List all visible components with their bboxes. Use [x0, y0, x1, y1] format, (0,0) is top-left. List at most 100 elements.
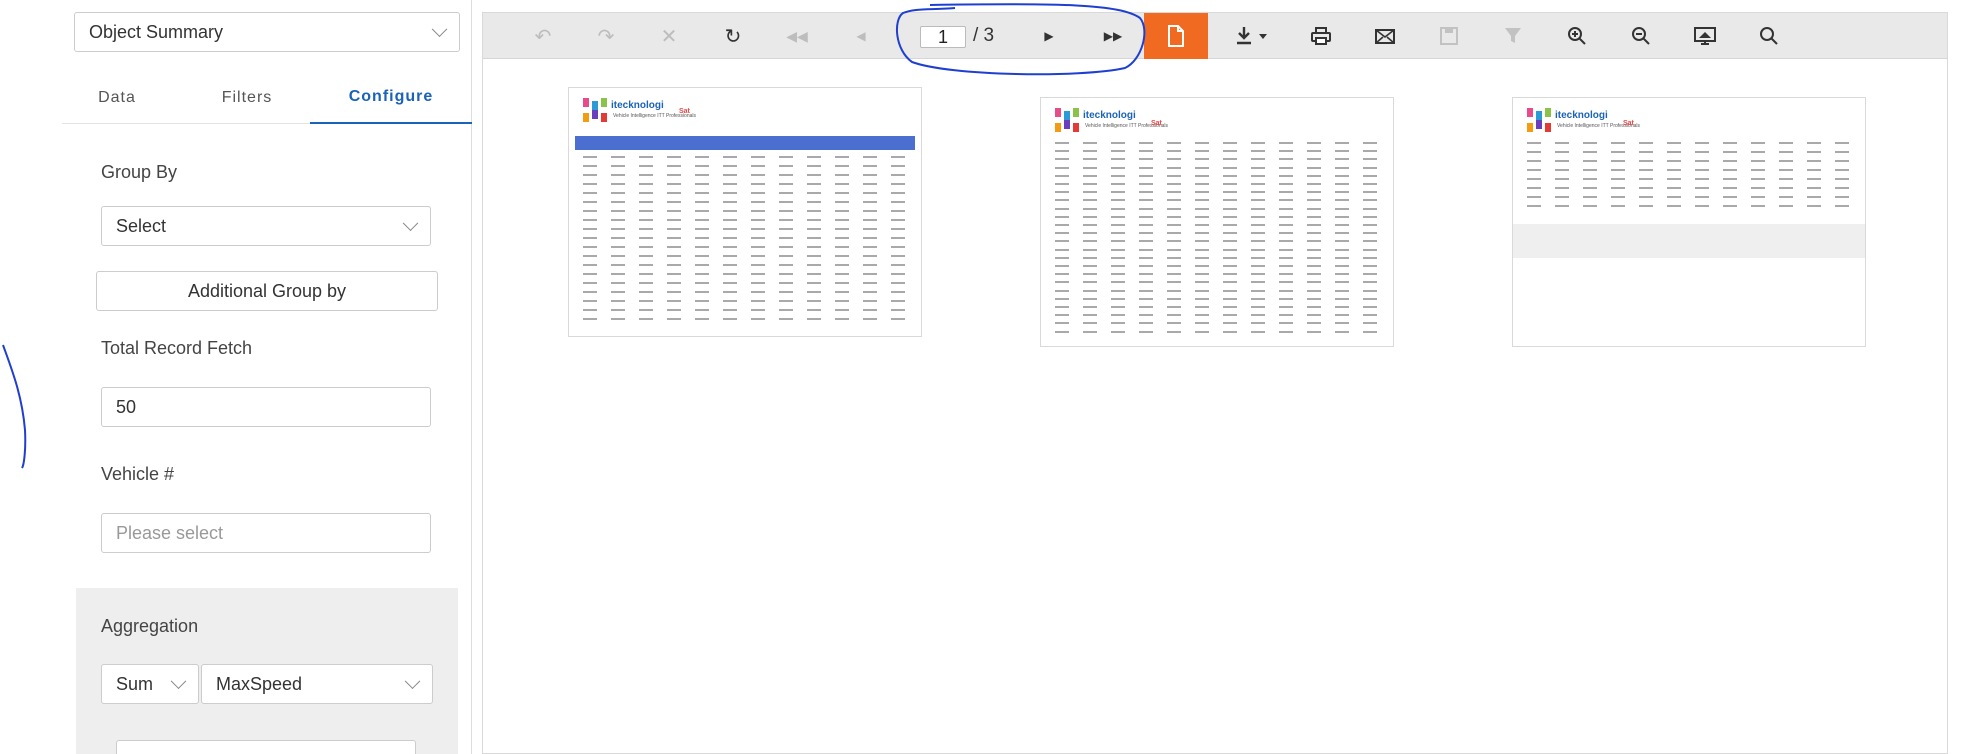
save-button[interactable] [1419, 13, 1479, 59]
aggregation-field-select[interactable]: MaxSpeed [201, 664, 433, 704]
page-thumbnail-3[interactable]: itecknologi Vehicle Intelligence ITT Pro… [1512, 97, 1866, 347]
chevron-down-icon [404, 673, 421, 690]
annotation-stroke [2, 344, 27, 469]
table-row [583, 210, 909, 212]
report-config-panel: Object Summary Data Filters Configure Gr… [62, 0, 472, 754]
table-row [583, 255, 909, 257]
table-row [583, 246, 909, 248]
tab-configure[interactable]: Configure [310, 72, 472, 124]
tab-filters[interactable]: Filters [182, 72, 312, 124]
tab-configure-label: Configure [348, 88, 434, 105]
table-header [575, 136, 915, 150]
logo-block [1527, 108, 1533, 117]
table-row [583, 174, 909, 176]
report-day: Sat [1151, 120, 1162, 127]
table-row [1527, 169, 1853, 171]
logo-text: itecknologi [1555, 110, 1608, 121]
table-row [1055, 289, 1381, 292]
table-row [1527, 160, 1853, 162]
object-summary-dropdown[interactable]: Object Summary [74, 12, 460, 52]
page-view-button[interactable] [1144, 13, 1208, 59]
previous-page-button[interactable]: ◀ [831, 13, 891, 59]
email-button[interactable] [1355, 13, 1415, 59]
aggregation-label: Aggregation [101, 616, 199, 636]
logo-block [1073, 123, 1079, 132]
refresh-icon: ↻ [724, 25, 742, 48]
chevron-down-icon [402, 215, 419, 232]
table-row [1055, 224, 1381, 226]
table-row [583, 183, 909, 185]
report-viewer: ↶ ↷ ✕ ↻ ◀◀ ◀ 1 / 3 ▶ ▶▶ itecknologi Vehi… [482, 12, 1948, 754]
zoom-in-button[interactable] [1547, 13, 1607, 59]
envelope-icon [1375, 28, 1395, 44]
print-button[interactable] [1291, 13, 1351, 59]
table-row [1055, 256, 1381, 259]
logo-block [1536, 111, 1542, 120]
table-row [1055, 183, 1381, 185]
page-thumbnail-2[interactable]: itecknologi Vehicle Intelligence ITT Pro… [1040, 97, 1394, 347]
table-row [583, 156, 909, 158]
table-row [1055, 174, 1381, 177]
aggregation-field-value: MaxSpeed [216, 673, 303, 694]
refresh-button[interactable]: ↻ [703, 13, 763, 59]
table-row [1055, 240, 1381, 243]
viewer-toolbar: ↶ ↷ ✕ ↻ ◀◀ ◀ 1 / 3 ▶ ▶▶ [483, 13, 1947, 59]
page-total: / 3 [973, 25, 995, 46]
logo-block [601, 113, 607, 122]
page-number-input[interactable]: 1 [920, 26, 966, 48]
table-row [583, 219, 909, 221]
table-row [1055, 158, 1381, 161]
table-row [1055, 191, 1381, 194]
aggregation-function-value: Sum [116, 673, 154, 694]
next-page-button[interactable]: ▶ [1019, 13, 1079, 59]
tab-filters-label: Filters [221, 89, 273, 106]
last-page-button[interactable]: ▶▶ [1083, 13, 1143, 59]
group-by-select[interactable]: Select [101, 206, 431, 246]
table-row [1527, 142, 1853, 144]
table-row [583, 273, 909, 275]
last-page-icon: ▶▶ [1103, 29, 1123, 43]
table-row [1055, 232, 1381, 235]
next-field-partial[interactable] [116, 740, 416, 754]
logo-block [1064, 111, 1070, 120]
redo-button[interactable]: ↷ [576, 13, 636, 59]
vehicle-select[interactable]: Please select [101, 513, 431, 553]
vehicle-label: Vehicle # [101, 464, 175, 484]
document-icon [1168, 25, 1184, 47]
tab-data[interactable]: Data [62, 72, 172, 124]
table-row [583, 201, 909, 203]
first-page-button[interactable]: ◀◀ [767, 13, 827, 59]
cancel-button[interactable]: ✕ [639, 13, 699, 59]
search-button[interactable] [1739, 13, 1799, 59]
close-icon: ✕ [660, 25, 678, 48]
table-row [1055, 150, 1381, 153]
table-row [1055, 248, 1381, 251]
logo-block [583, 98, 589, 107]
logo-block [583, 113, 589, 122]
table-row [1055, 322, 1381, 325]
page-thumbnail-1[interactable]: itecknologi Vehicle Intelligence ITT Pro… [568, 87, 922, 337]
table-row [1055, 166, 1381, 169]
table-row [583, 282, 909, 284]
zoom-out-button[interactable] [1611, 13, 1671, 59]
undo-button[interactable]: ↶ [513, 13, 573, 59]
logo-block [1073, 108, 1079, 117]
additional-group-by-button[interactable]: Additional Group by [96, 271, 438, 311]
zoom-in-icon [1568, 27, 1586, 45]
filter-button[interactable] [1483, 13, 1543, 59]
table-row [583, 165, 909, 167]
fullscreen-button[interactable] [1675, 13, 1735, 59]
aggregation-function-select[interactable]: Sum [101, 664, 199, 704]
search-icon [1760, 27, 1778, 45]
table-row [1527, 205, 1853, 207]
table-row [1055, 281, 1381, 284]
table-row [583, 264, 909, 266]
logo-block [592, 101, 598, 110]
export-dropdown-button[interactable] [1218, 13, 1288, 59]
logo-mark [1527, 108, 1553, 134]
group-by-value: Select [116, 215, 167, 236]
logo-text: itecknologi [1083, 110, 1136, 121]
total-record-fetch-input[interactable]: 50 [101, 387, 431, 427]
aggregation-section: Aggregation Sum MaxSpeed [76, 588, 458, 754]
logo-block [1527, 123, 1533, 132]
